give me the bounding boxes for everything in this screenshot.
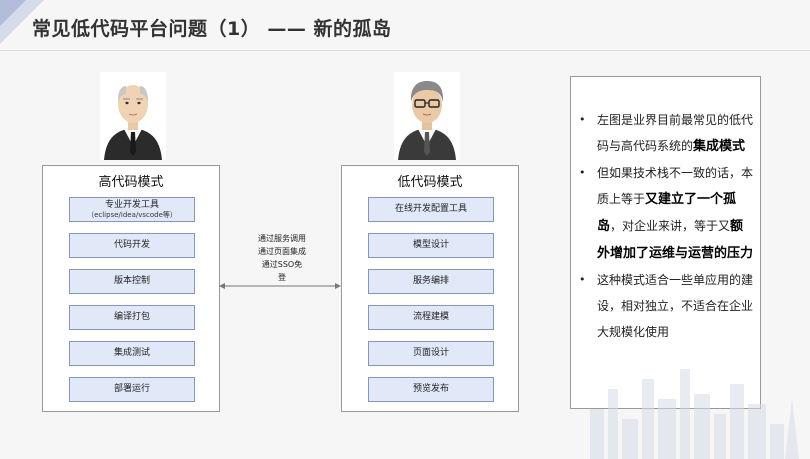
low-code-item-model-design: 模型设计	[368, 233, 494, 258]
page-title: 常见低代码平台问题（1） —— 新的孤岛	[32, 18, 392, 40]
low-code-panel: 低代码模式 在线开发配置工具 模型设计 服务编排 流程建模 页面设计 预览发布	[341, 165, 519, 412]
low-code-item-preview-publish: 预览发布	[368, 377, 494, 402]
city-skyline-decoration	[590, 369, 799, 459]
high-code-item-build-package: 编译打包	[69, 305, 195, 330]
high-code-item-professional-tools: 专业开发工具 （eclipse/idea/vscode等）	[69, 197, 195, 222]
high-code-developer-avatar	[100, 72, 166, 160]
low-code-item-service-orchestration: 服务编排	[368, 269, 494, 294]
integration-methods-label: 通过服务调用 通过页面集成 通过SSO免 登	[258, 234, 306, 282]
note-emphasis: 集成模式	[693, 139, 746, 154]
high-code-item-integration-test: 集成测试	[69, 341, 195, 366]
note-text: ，对企业来讲，等于又	[610, 219, 731, 233]
title-divider	[0, 50, 810, 51]
note-item: 但如果技术栈不一致的话，本质上等于又建立了一个孤岛，对企业来讲，等于又额外增加了…	[575, 160, 754, 267]
note-item: 这种模式适合一些单应用的建设，相对独立，不适合在企业大规模化使用	[575, 267, 754, 345]
high-code-item-deploy-run: 部署运行	[69, 377, 195, 402]
low-code-item-online-tools: 在线开发配置工具	[368, 197, 494, 222]
note-item: 左图是业界目前最常见的低代码与高代码系统的集成模式	[575, 107, 754, 160]
high-code-panel: 高代码模式 专业开发工具 （eclipse/idea/vscode等） 代码开发…	[42, 165, 220, 412]
low-code-developer-avatar	[394, 72, 460, 160]
low-code-title: 低代码模式	[397, 175, 463, 190]
high-code-item-code-dev: 代码开发	[69, 233, 195, 258]
note-text: 这种模式适合一些单应用的建设，相对独立，不适合在企业大规模化使用	[597, 273, 754, 339]
bidirectional-arrow-icon	[219, 283, 341, 289]
low-code-item-page-design: 页面设计	[368, 341, 494, 366]
low-code-item-process-modeling: 流程建模	[368, 305, 494, 330]
high-code-item-version-control: 版本控制	[69, 269, 195, 294]
high-code-title: 高代码模式	[98, 175, 164, 190]
